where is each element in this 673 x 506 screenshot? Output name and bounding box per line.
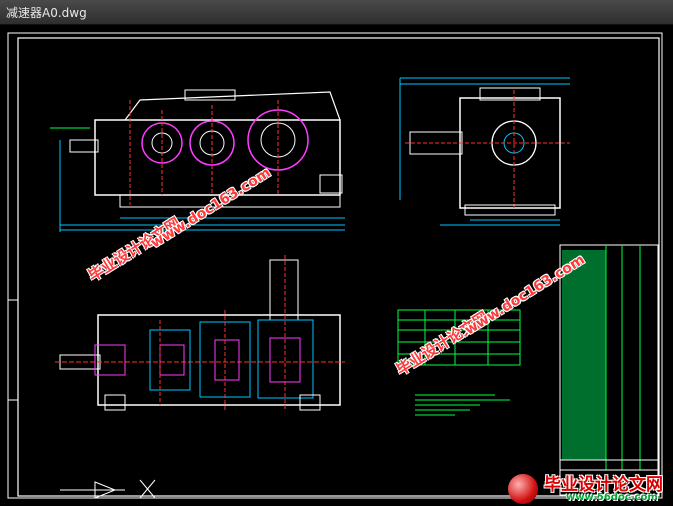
logo-url: www.56doc.com xyxy=(566,492,658,503)
technical-notes xyxy=(415,394,510,416)
site-logo: 毕业设计论文网 www.56doc.com xyxy=(508,470,673,506)
window-titlebar[interactable]: 减速器A0.dwg xyxy=(0,0,673,25)
drawing-canvas[interactable]: 毕业设计论文网 www.doc163.com 毕业设计论文网 www.doc16… xyxy=(0,25,673,506)
window-title: 减速器A0.dwg xyxy=(6,6,87,20)
side-view xyxy=(399,77,570,226)
logo-ball-icon xyxy=(508,474,538,504)
parts-list xyxy=(559,244,659,496)
